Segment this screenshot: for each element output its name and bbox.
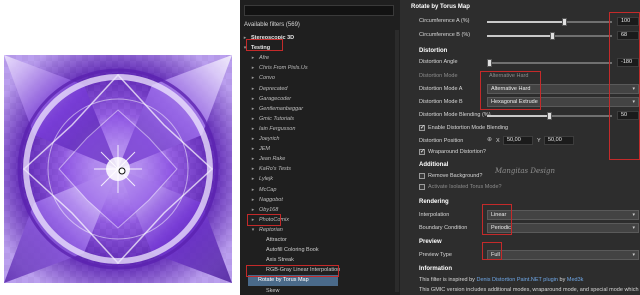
boundary-label: Boundary Condition: [419, 225, 468, 231]
boundary-value: Periodic: [491, 225, 511, 231]
position-x-label: X: [496, 138, 500, 144]
filter-settings-panel: Rotate by Torus Map Circumference A (%) …: [400, 0, 640, 295]
distortion-mode-b-value: Hexagonal Extrude: [491, 99, 538, 105]
distortion-position-label: Distortion Position: [419, 138, 464, 144]
isolated-torus-label: Activate Isolated Torus Mode?: [428, 184, 502, 190]
distortion-angle-value[interactable]: -180: [617, 58, 639, 67]
chevron-down-icon: ▾: [632, 252, 635, 258]
interpolation-value: Linear: [491, 212, 507, 218]
distortion-mode-value: Alternative Hard: [489, 73, 529, 79]
chevron-down-icon: ▾: [632, 99, 635, 105]
rendering-heading: Rendering: [419, 199, 449, 205]
position-reset-icon[interactable]: ⊕: [487, 137, 493, 143]
distortion-heading: Distortion: [419, 48, 448, 54]
distortion-mode-a-select[interactable]: Alternative Hard ▾: [487, 84, 639, 94]
watermark-text: Mangitas Design: [495, 167, 555, 175]
info-text: by: [559, 277, 566, 283]
remove-background-label: Remove Background?: [428, 173, 483, 179]
info-link-author[interactable]: Med3k: [567, 277, 584, 283]
remove-background-checkbox[interactable]: [419, 173, 425, 179]
tree-scrollbar[interactable]: [395, 30, 399, 292]
information-heading: Information: [419, 266, 452, 272]
interpolation-label: Interpolation: [419, 212, 450, 218]
distortion-blend-slider[interactable]: [487, 112, 612, 120]
preview-image[interactable]: [4, 55, 232, 283]
chevron-down-icon: ▾: [632, 86, 635, 92]
filter-tree[interactable]: Available filters (569) ▸ Stereoscopic 3D…: [240, 0, 400, 295]
information-line-1: This filter is inspired by Denis Distort…: [419, 277, 583, 283]
distortion-angle-slider[interactable]: [487, 59, 612, 67]
filter-item[interactable]: Skew: [240, 286, 400, 295]
preview-pane[interactable]: [0, 0, 240, 295]
wraparound-checkbox[interactable]: [419, 148, 425, 155]
isolated-torus-checkbox[interactable]: [419, 184, 425, 190]
circumference-b-label: Circumference B (%): [419, 32, 471, 38]
chevron-down-icon: ▾: [632, 225, 635, 231]
position-y-label: Y: [537, 138, 541, 144]
circumference-a-slider[interactable]: [487, 18, 612, 26]
boundary-select[interactable]: Periodic ▾: [487, 223, 639, 233]
position-y-input[interactable]: 50,00: [544, 136, 574, 145]
information-line-2: This GMIC version includes additional mo…: [419, 287, 640, 293]
enable-blending-label: Enable Distortion Mode Blending: [428, 125, 509, 131]
circumference-b-slider[interactable]: [487, 32, 612, 40]
distortion-mode-a-label: Distortion Mode A: [419, 86, 463, 92]
distortion-mode-label: Distortion Mode: [419, 73, 458, 79]
interpolation-select[interactable]: Linear ▾: [487, 210, 639, 220]
info-text: This filter is inspired by: [419, 277, 475, 283]
circumference-a-value[interactable]: 100: [617, 17, 639, 26]
distortion-mode-a-value: Alternative Hard: [491, 86, 531, 92]
filter-search-input[interactable]: [244, 5, 394, 16]
filter-item-label: Skew: [266, 287, 280, 294]
preview-heading: Preview: [419, 239, 442, 245]
info-link-plugin[interactable]: Denis Distortion Paint.NET plugin: [476, 277, 558, 283]
preview-type-select[interactable]: Full ▾: [487, 250, 639, 260]
available-filters-count: Available filters (569): [244, 22, 300, 28]
distortion-mode-b-select[interactable]: Hexagonal Extrude ▾: [487, 97, 639, 107]
filter-title: Rotate by Torus Map: [411, 4, 470, 10]
distortion-blend-label: Distortion Mode Blending (%): [419, 112, 491, 118]
chevron-down-icon: ▾: [632, 212, 635, 218]
preview-type-value: Full: [491, 252, 500, 258]
enable-blending-checkbox[interactable]: [419, 124, 425, 131]
circumference-b-value[interactable]: 68: [617, 31, 639, 40]
wraparound-label: Wraparound Distortion?: [428, 149, 486, 155]
circumference-a-label: Circumference A (%): [419, 18, 470, 24]
additional-heading: Additional: [419, 162, 449, 168]
distortion-blend-value[interactable]: 50: [617, 111, 639, 120]
preview-type-label: Preview Type: [419, 252, 452, 258]
position-x-input[interactable]: 50,00: [503, 136, 533, 145]
distortion-mode-b-label: Distortion Mode B: [419, 99, 463, 105]
distortion-angle-label: Distortion Angle: [419, 59, 458, 65]
